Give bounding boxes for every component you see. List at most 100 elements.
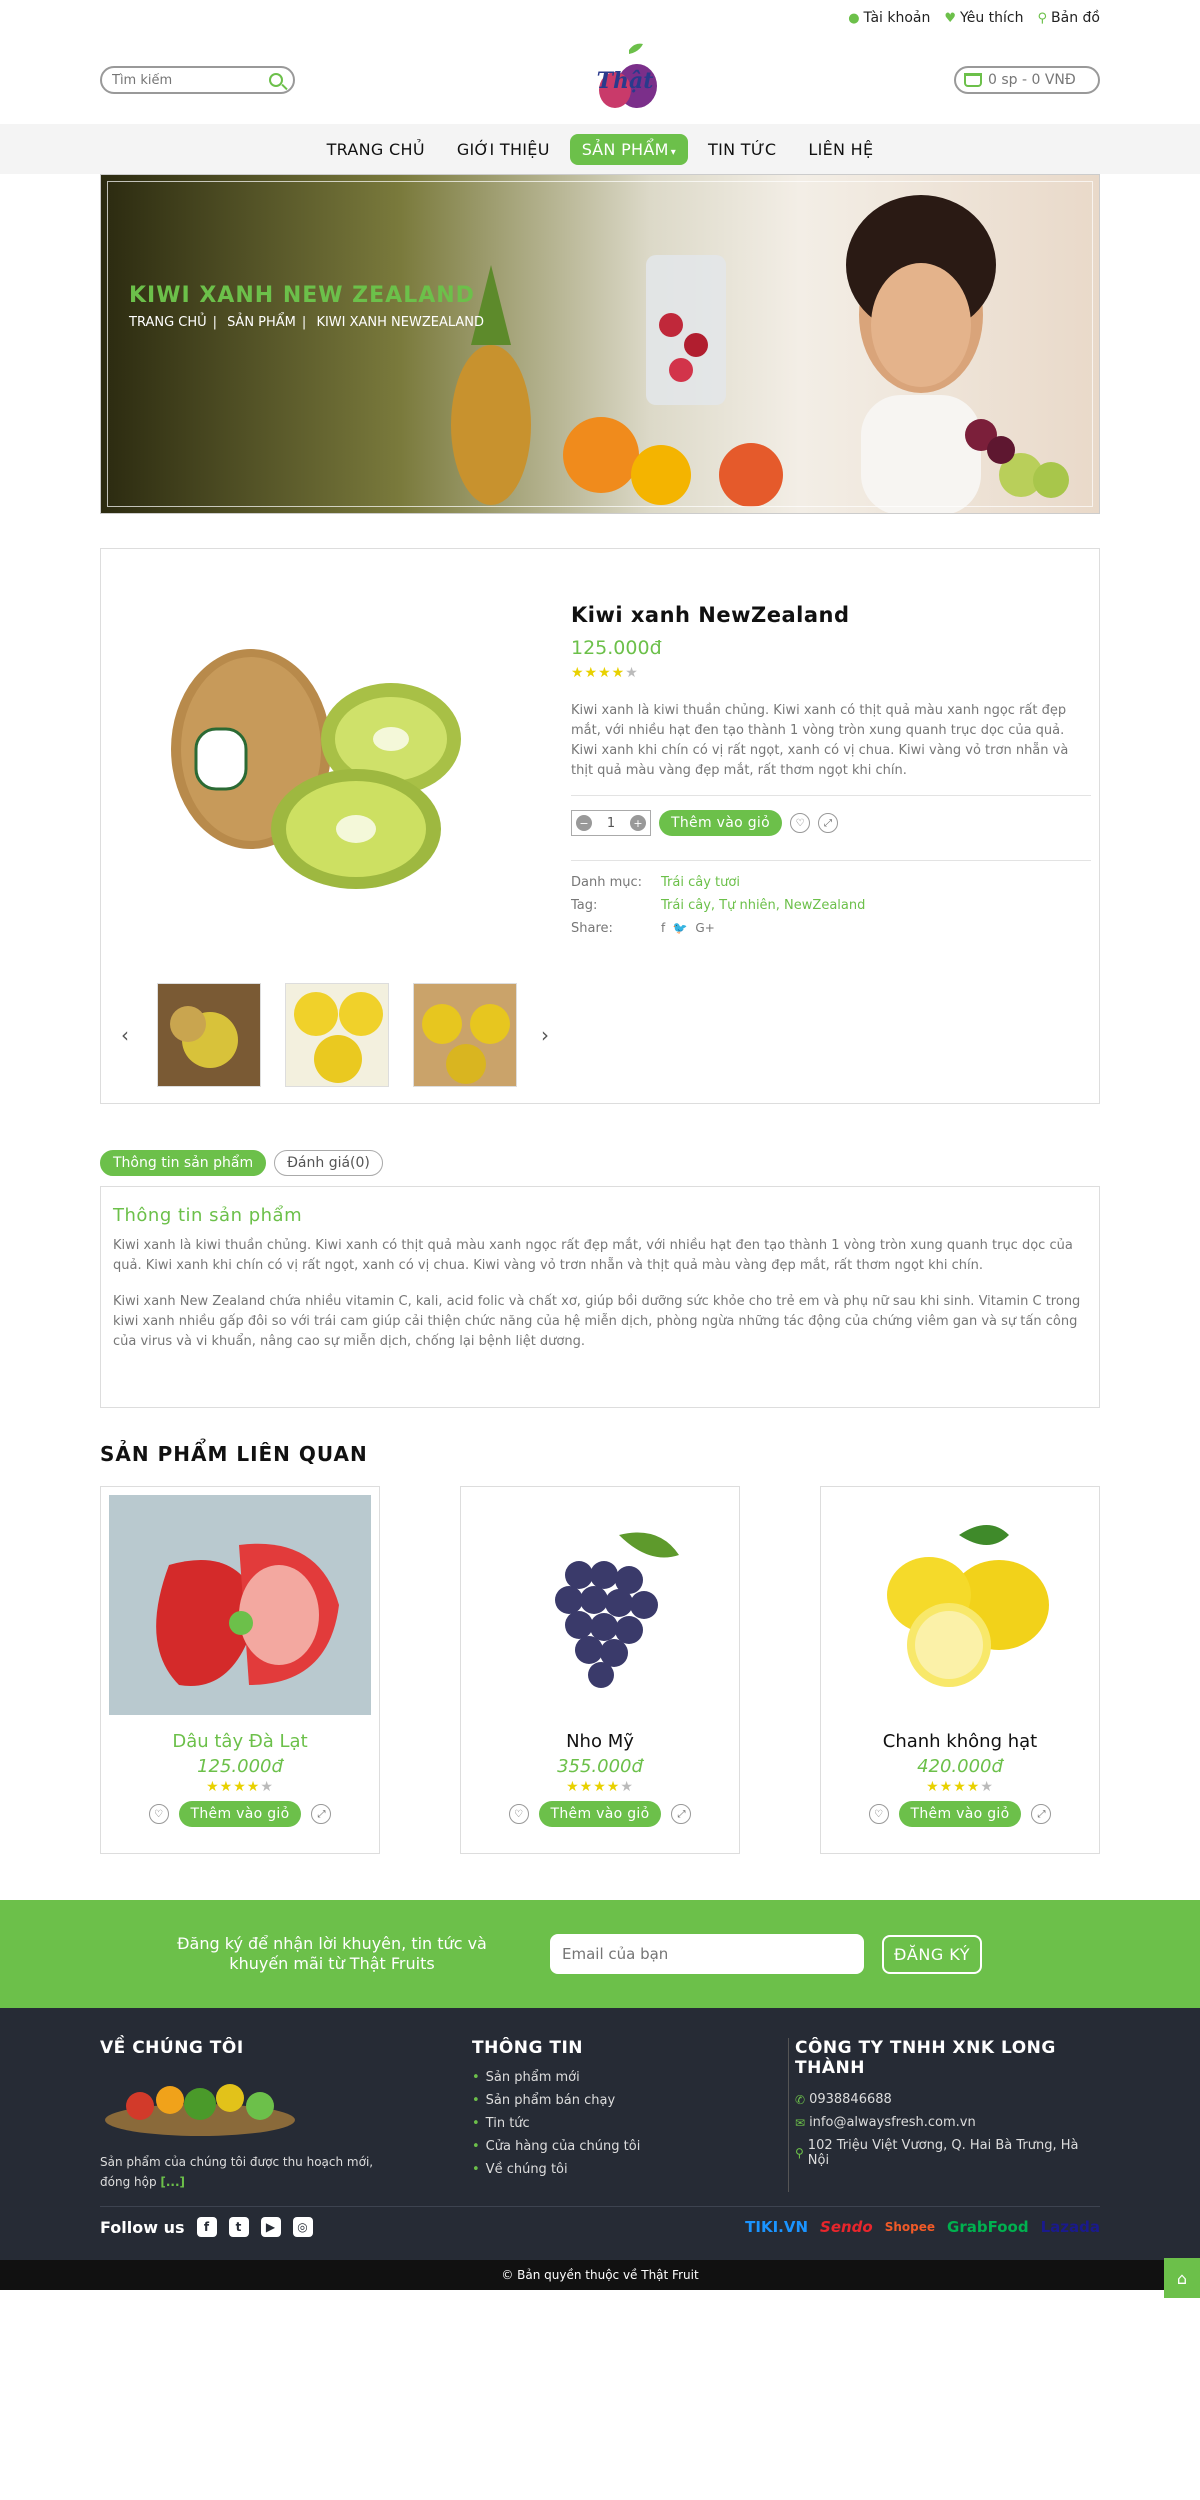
minus-icon[interactable]: − <box>576 815 592 831</box>
footer-info-title: THÔNG TIN <box>472 2038 584 2058</box>
category-value[interactable]: Trái cây tươi <box>661 875 1091 890</box>
breadcrumb-home[interactable]: TRANG CHỦ <box>129 315 207 330</box>
phone-icon: ✆ <box>795 2092 806 2107</box>
main-nav: TRANG CHỦ GIỚI THIỆU SẢN PHẨM ▾ TIN TỨC L… <box>0 124 1200 174</box>
user-icon: ● <box>848 10 860 26</box>
search-input[interactable] <box>112 72 252 88</box>
product-card-name[interactable]: Nho Mỹ <box>461 1731 739 1752</box>
add-to-cart-button[interactable]: Thêm vào giỏ <box>178 1801 302 1827</box>
rating-stars: ★★★★★ <box>566 1779 634 1795</box>
product-card-image[interactable] <box>829 1495 1091 1715</box>
footer-link[interactable]: Sản phẩm bán chạy <box>472 2093 788 2108</box>
copyright: © Bản quyền thuộc về Thật Fruit <box>0 2260 1200 2290</box>
thumbnail[interactable] <box>157 983 261 1087</box>
heart-icon[interactable]: ♡ <box>148 1804 169 1824</box>
footer-bottom: Follow us f t ▶ ◎ TIKI.VN Sendo Shopee G… <box>100 2206 1100 2237</box>
search-icon[interactable] <box>269 73 283 87</box>
compare-icon[interactable]: ⤢ <box>817 813 838 833</box>
product-card-price: 420.000đ <box>917 1756 1003 1777</box>
product-card-name[interactable]: Dâu tây Đà Lạt <box>101 1731 379 1752</box>
home-icon[interactable]: ⌂ <box>1164 2258 1200 2298</box>
heart-icon[interactable]: ♡ <box>868 1804 889 1824</box>
product-card-name[interactable]: Chanh không hạt <box>821 1731 1099 1752</box>
add-to-cart-button[interactable]: Thêm vào giỏ <box>538 1801 662 1827</box>
email-field[interactable] <box>550 1934 864 1974</box>
plus-icon[interactable]: + <box>630 815 646 831</box>
nav-about[interactable]: GIỚI THIỆU <box>445 134 562 165</box>
tag-value[interactable]: Trái cây, Tự nhiên, NewZealand <box>661 898 1091 913</box>
product-card-image[interactable] <box>469 1495 731 1715</box>
map-pin-icon: ⚲ <box>1037 10 1048 26</box>
product-info: Kiwi xanh NewZealand 125.000đ ★★★★★ Kiwi… <box>571 603 1091 936</box>
nav-products[interactable]: SẢN PHẨM ▾ <box>569 133 689 165</box>
logo[interactable]: Thật <box>580 36 670 124</box>
footer-info: THÔNG TIN Sản phẩm mới Sản phẩm bán chạy… <box>472 2038 788 2192</box>
address-text: 102 Triệu Việt Vương, Q. Hai Bà Trưng, H… <box>807 2138 1079 2168</box>
nav-news[interactable]: TIN TỨC <box>696 134 788 165</box>
map-link[interactable]: ⚲ Bản đồ <box>1038 10 1101 26</box>
carousel-prev-icon[interactable]: ‹ <box>121 1023 133 1047</box>
product-card[interactable]: Chanh không hạt 420.000đ ★★★★★ ♡ Thêm và… <box>820 1486 1100 1854</box>
footer-link[interactable]: Sản phẩm mới <box>472 2070 788 2085</box>
footer-link[interactable]: Về chúng tôi <box>472 2162 788 2177</box>
product-card[interactable]: Dâu tây Đà Lạt 125.000đ ★★★★★ ♡ Thêm vào… <box>100 1486 380 1854</box>
chevron-down-icon: ▾ <box>670 146 677 158</box>
nav-home[interactable]: TRANG CHỦ <box>315 134 437 165</box>
rating-stars: ★★★★★ <box>926 1779 994 1795</box>
quantity-stepper[interactable]: − 1 + <box>571 810 651 836</box>
heart-icon[interactable]: ♡ <box>789 813 810 833</box>
partner-shopee[interactable]: Shopee <box>885 2220 935 2234</box>
wishlist-link[interactable]: ♥ Yêu thích <box>944 10 1023 26</box>
partner-logos: TIKI.VN Sendo Shopee GrabFood Lazada <box>745 2218 1100 2236</box>
search-box[interactable] <box>100 66 295 94</box>
cart-summary[interactable]: 0 sp - 0 VNĐ <box>954 66 1100 94</box>
heart-icon[interactable]: ♡ <box>508 1804 529 1824</box>
product-card-image[interactable] <box>109 1495 371 1715</box>
cart-text: 0 sp - 0 VNĐ <box>988 72 1076 88</box>
tab-paragraph: Kiwi xanh là kiwi thuần chủng. Kiwi xanh… <box>113 1238 1073 1273</box>
thumbnail[interactable] <box>285 983 389 1087</box>
footer-about-title: VỀ CHÚNG TÔI <box>100 2038 244 2058</box>
tab-product-info[interactable]: Thông tin sản phẩm <box>100 1150 267 1176</box>
carousel-next-icon[interactable]: › <box>541 1023 553 1047</box>
product-description: Kiwi xanh là kiwi thuần chủng. Kiwi xanh… <box>571 703 1069 778</box>
breadcrumb: TRANG CHỦ | SẢN PHẨM | KIWI XANH NEWZEALAN… <box>129 315 485 330</box>
product-actions: − 1 + Thêm vào giỏ ♡ ⤢ <box>571 810 1091 836</box>
twitter-icon[interactable]: t <box>228 2217 249 2237</box>
compare-icon[interactable]: ⤢ <box>671 1804 692 1824</box>
rating-stars: ★★★★★ <box>206 1779 274 1795</box>
vegetables-image <box>105 2084 295 2136</box>
breadcrumb-products[interactable]: SẢN PHẨM <box>227 315 296 330</box>
youtube-icon[interactable]: ▶ <box>260 2217 281 2237</box>
product-card[interactable]: Nho Mỹ 355.000đ ★★★★★ ♡ Thêm vào giỏ ⤢ <box>460 1486 740 1854</box>
nav-contact[interactable]: LIÊN HỆ <box>796 134 885 165</box>
compare-icon[interactable]: ⤢ <box>1031 1804 1052 1824</box>
footer-link[interactable]: Cửa hàng của chúng tôi <box>472 2139 788 2154</box>
partner-sendo[interactable]: Sendo <box>820 2218 873 2236</box>
thumbnail[interactable] <box>413 983 517 1087</box>
footer-link[interactable]: Tin tức <box>472 2116 788 2131</box>
tab-reviews[interactable]: Đánh giá(0) <box>274 1150 383 1176</box>
quantity-value[interactable]: 1 <box>607 816 615 831</box>
phone-row[interactable]: ✆ 0938846688 <box>795 2092 1100 2107</box>
instagram-icon[interactable]: ◎ <box>292 2217 313 2237</box>
subscribe-button[interactable]: ĐĂNG KÝ <box>882 1934 982 1974</box>
hero-title: KIWI XANH NEW ZEALAND <box>129 283 475 308</box>
product-card-price: 125.000đ <box>197 1756 283 1777</box>
add-to-cart-button[interactable]: Thêm vào giỏ <box>898 1801 1022 1827</box>
product-price: 125.000đ <box>571 637 662 659</box>
read-more-link[interactable]: [...] <box>160 2175 185 2189</box>
add-to-cart-button[interactable]: Thêm vào giỏ <box>659 810 782 836</box>
map-label: Bản đồ <box>1051 10 1100 26</box>
partner-tiki[interactable]: TIKI.VN <box>745 2218 808 2236</box>
product-detail: ‹ › Kiwi xanh NewZealand 125.000đ ★★★★★ … <box>100 548 1100 1104</box>
phone-text: 0938846688 <box>809 2092 892 2107</box>
tab-panel-title: Thông tin sản phẩm <box>113 1205 303 1226</box>
compare-icon[interactable]: ⤢ <box>311 1804 332 1824</box>
share-icons[interactable]: f 🐦 G+ <box>661 921 1091 936</box>
email-row[interactable]: ✉ info@alwaysfresh.com.vn <box>795 2115 1100 2130</box>
partner-lazada[interactable]: Lazada <box>1041 2218 1100 2236</box>
partner-grabfood[interactable]: GrabFood <box>947 2218 1029 2236</box>
facebook-icon[interactable]: f <box>196 2217 217 2237</box>
account-link[interactable]: ● Tài khoản <box>848 10 930 26</box>
